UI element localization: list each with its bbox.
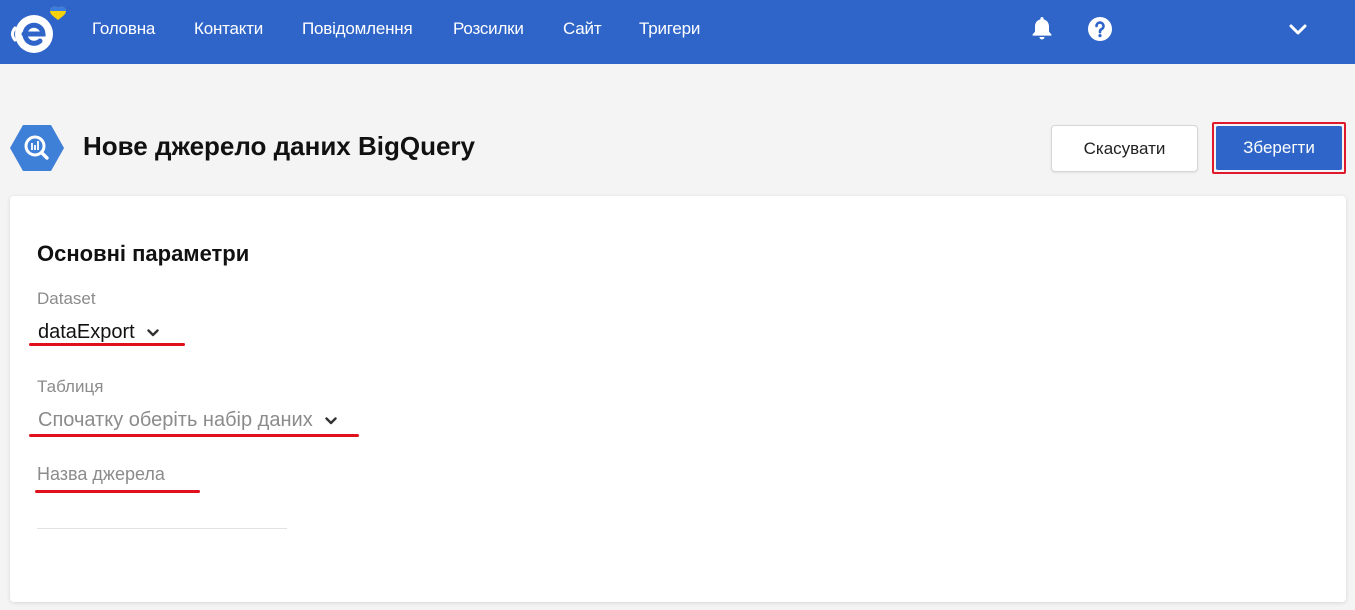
top-navigation-bar: Головна Контакти Повідомлення Розсилки С… — [0, 0, 1355, 64]
table-label: Таблиця — [37, 377, 104, 396]
nav-messages[interactable]: Повідомлення — [302, 19, 413, 41]
table-red-underline — [29, 434, 359, 437]
dataset-select[interactable]: dataExport — [38, 321, 159, 344]
nav-campaigns[interactable]: Розсилки — [453, 19, 524, 41]
table-select-placeholder: Спочатку оберіть набір даних — [38, 409, 313, 431]
esputnik-logo-icon[interactable] — [6, 4, 74, 56]
bigquery-icon — [10, 125, 64, 171]
dataset-label: Dataset — [37, 289, 96, 308]
source-name-input[interactable] — [37, 497, 287, 529]
chevron-down-icon[interactable] — [1289, 24, 1307, 36]
save-button[interactable]: Зберегти — [1216, 126, 1342, 170]
cancel-button[interactable]: Скасувати — [1051, 125, 1198, 172]
help-icon[interactable] — [1087, 16, 1113, 42]
source-name-red-underline — [35, 490, 200, 493]
page-title: Нове джерело даних BigQuery — [83, 131, 476, 161]
bell-icon[interactable] — [1030, 15, 1054, 41]
nav-home[interactable]: Головна — [92, 19, 155, 41]
dataset-red-underline — [29, 343, 185, 346]
nav-triggers[interactable]: Тригери — [639, 19, 700, 41]
dataset-select-value: dataExport — [38, 321, 135, 343]
table-select[interactable]: Спочатку оберіть набір даних — [38, 409, 337, 432]
chevron-down-icon — [147, 328, 159, 336]
nav-contacts[interactable]: Контакти — [194, 19, 263, 41]
source-name-label: Назва джерела — [37, 464, 165, 484]
section-title: Основні параметри — [37, 241, 250, 266]
chevron-down-icon — [324, 416, 337, 424]
nav-site[interactable]: Сайт — [563, 19, 602, 41]
